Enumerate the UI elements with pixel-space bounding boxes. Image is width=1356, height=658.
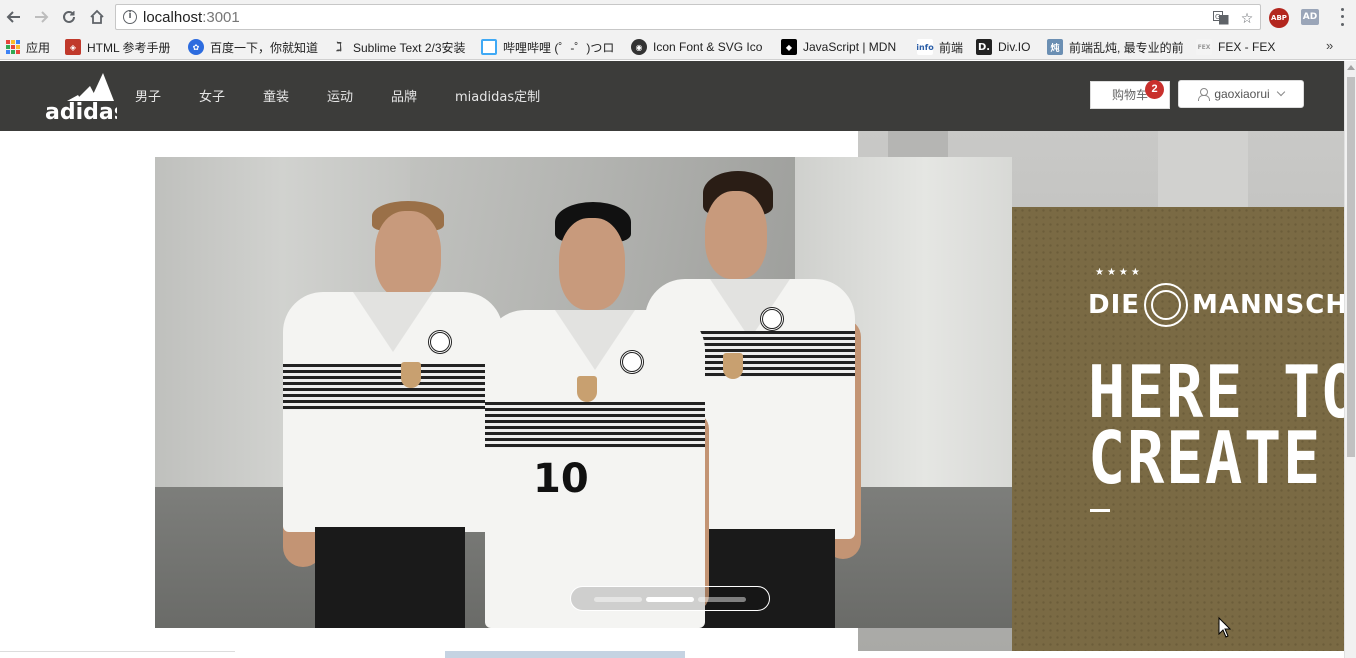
baidu-paw-icon: ✿ (188, 39, 204, 55)
address-bar[interactable]: i localhost:3001 G ☆ (115, 4, 1261, 30)
forward-icon[interactable] (29, 5, 53, 29)
divio-icon: D. (976, 39, 992, 55)
player-center-image: 10 (475, 202, 715, 628)
bookmark-label: 应用 (26, 40, 51, 55)
sublime-icon: ℷ (335, 39, 343, 55)
die-mannschaft-banner: ★★★★ DIE MANNSCH HERE TO CREATE (1012, 207, 1356, 651)
bookmark-sublime[interactable]: ℷ Sublime Text 2/3安装 (331, 38, 469, 56)
reload-icon[interactable] (57, 5, 81, 29)
nav-men[interactable]: 男子 (135, 86, 161, 105)
banner-dash (1090, 509, 1110, 512)
adidas-logo[interactable]: adidas (45, 67, 127, 125)
jersey-number: 10 (533, 456, 589, 502)
browser-menu-icon[interactable] (1334, 6, 1350, 28)
bookmark-mdn[interactable]: ◆ JavaScript | MDN (781, 38, 906, 56)
bookmark-label: 前端 (939, 40, 964, 55)
below-fold-card (0, 651, 235, 658)
site-info-icon[interactable]: i (123, 10, 137, 24)
headline-line-2: CREATE (1088, 416, 1323, 500)
carousel-dot-1[interactable] (594, 597, 642, 602)
bookmark-label: HTML 参考手册 (87, 40, 171, 55)
nav-miadidas[interactable]: miadidas定制 (455, 86, 540, 105)
banner-title-left: DIE (1088, 290, 1141, 320)
url-text: localhost:3001 (143, 9, 240, 26)
apps-grid-icon (6, 40, 20, 54)
bookmark-label: 百度一下，你就知道 (210, 40, 319, 55)
bookmark-label: 哔哩哔哩 (゜-゜)つロ (503, 40, 615, 55)
svg-text:G: G (1215, 13, 1220, 21)
bookmark-apps[interactable]: 应用 (6, 38, 50, 56)
adidas-wordmark: adidas (45, 100, 117, 123)
dfb-crest-icon (1144, 283, 1189, 327)
mdn-icon: ◆ (781, 39, 797, 55)
nav-brand[interactable]: 品牌 (391, 86, 417, 105)
bookmark-label: Div.IO (998, 40, 1031, 54)
bookmark-label: Sublime Text 2/3安装 (353, 40, 466, 55)
w3school-icon: ◈ (65, 39, 81, 55)
bookmark-label: 前端乱炖, 最专业的前 (1069, 40, 1184, 55)
site-header: adidas 男子 女子 童装 运动 品牌 miadidas定制 购物车 2 g… (0, 61, 1344, 131)
bookmark-label: JavaScript | MDN (803, 40, 897, 54)
bookmark-label: Icon Font & SVG Ico (653, 40, 763, 54)
bookmark-divio[interactable]: D. Div.IO (976, 38, 1030, 56)
bookmark-label: FEX - FEX (1218, 40, 1276, 54)
banner-title-right: MANNSCH (1192, 290, 1349, 320)
carousel-indicator (570, 586, 770, 611)
scroll-thumb[interactable] (1347, 77, 1355, 457)
bookmark-baidu[interactable]: ✿ 百度一下，你就知道 (188, 38, 323, 56)
bookmark-bilibili[interactable]: 哔哩哔哩 (゜-゜)つロ (481, 38, 618, 56)
banner-headline: HERE TO CREATE (1088, 356, 1356, 500)
hero-carousel-slide[interactable]: 10 (155, 157, 1012, 628)
browser-toolbar: i localhost:3001 G ☆ ABP AD (0, 0, 1356, 35)
nav-women[interactable]: 女子 (199, 86, 225, 105)
bookmark-iconfont[interactable]: ◉ Icon Font & SVG Ico (631, 38, 769, 56)
carousel-dot-2-active[interactable] (646, 597, 694, 602)
nav-sports[interactable]: 运动 (327, 86, 353, 105)
cart-label: 购物车 (1111, 88, 1148, 102)
player-left-image (275, 197, 503, 628)
bookmark-luandun[interactable]: 炖 前端乱炖, 最专业的前 (1047, 38, 1187, 56)
user-menu-button[interactable]: gaoxiaorui (1178, 80, 1304, 108)
ad-extension-icon[interactable]: AD (1301, 9, 1319, 25)
bookmark-html-ref[interactable]: ◈ HTML 参考手册 (65, 38, 180, 56)
iconfont-icon: ◉ (631, 39, 647, 55)
banner-title: DIE MANNSCH (1088, 283, 1348, 327)
adblock-plus-icon[interactable]: ABP (1269, 8, 1289, 28)
page-scrollbar[interactable] (1344, 61, 1356, 658)
bookmarks-bar: 应用 ◈ HTML 参考手册 ✿ 百度一下，你就知道 ℷ Sublime Tex… (0, 35, 1356, 60)
nav-kids[interactable]: 童装 (263, 86, 289, 105)
info-icon: info (917, 39, 934, 55)
fex-icon: FEX (1196, 39, 1212, 55)
luandun-icon: 炖 (1047, 39, 1063, 55)
bookmark-fex[interactable]: FEX FEX - FEX (1196, 38, 1275, 56)
translate-icon[interactable]: G (1212, 9, 1230, 27)
username-label: gaoxiaorui (1214, 87, 1270, 101)
bookmarks-overflow-icon[interactable]: » (1326, 38, 1333, 53)
bookmark-frontend[interactable]: info 前端 (917, 38, 963, 56)
carousel-dot-3[interactable] (698, 597, 746, 602)
user-icon (1198, 88, 1211, 101)
chevron-down-icon (1276, 87, 1285, 97)
bilibili-tv-icon (481, 39, 497, 55)
stars-icon: ★★★★ (1095, 267, 1143, 278)
below-fold-image (445, 651, 685, 658)
scroll-up-icon[interactable] (1347, 65, 1355, 70)
star-bookmark-icon[interactable]: ☆ (1238, 9, 1256, 27)
cart-count-badge: 2 (1145, 80, 1164, 99)
home-icon[interactable] (85, 5, 109, 29)
back-icon[interactable] (2, 5, 26, 29)
